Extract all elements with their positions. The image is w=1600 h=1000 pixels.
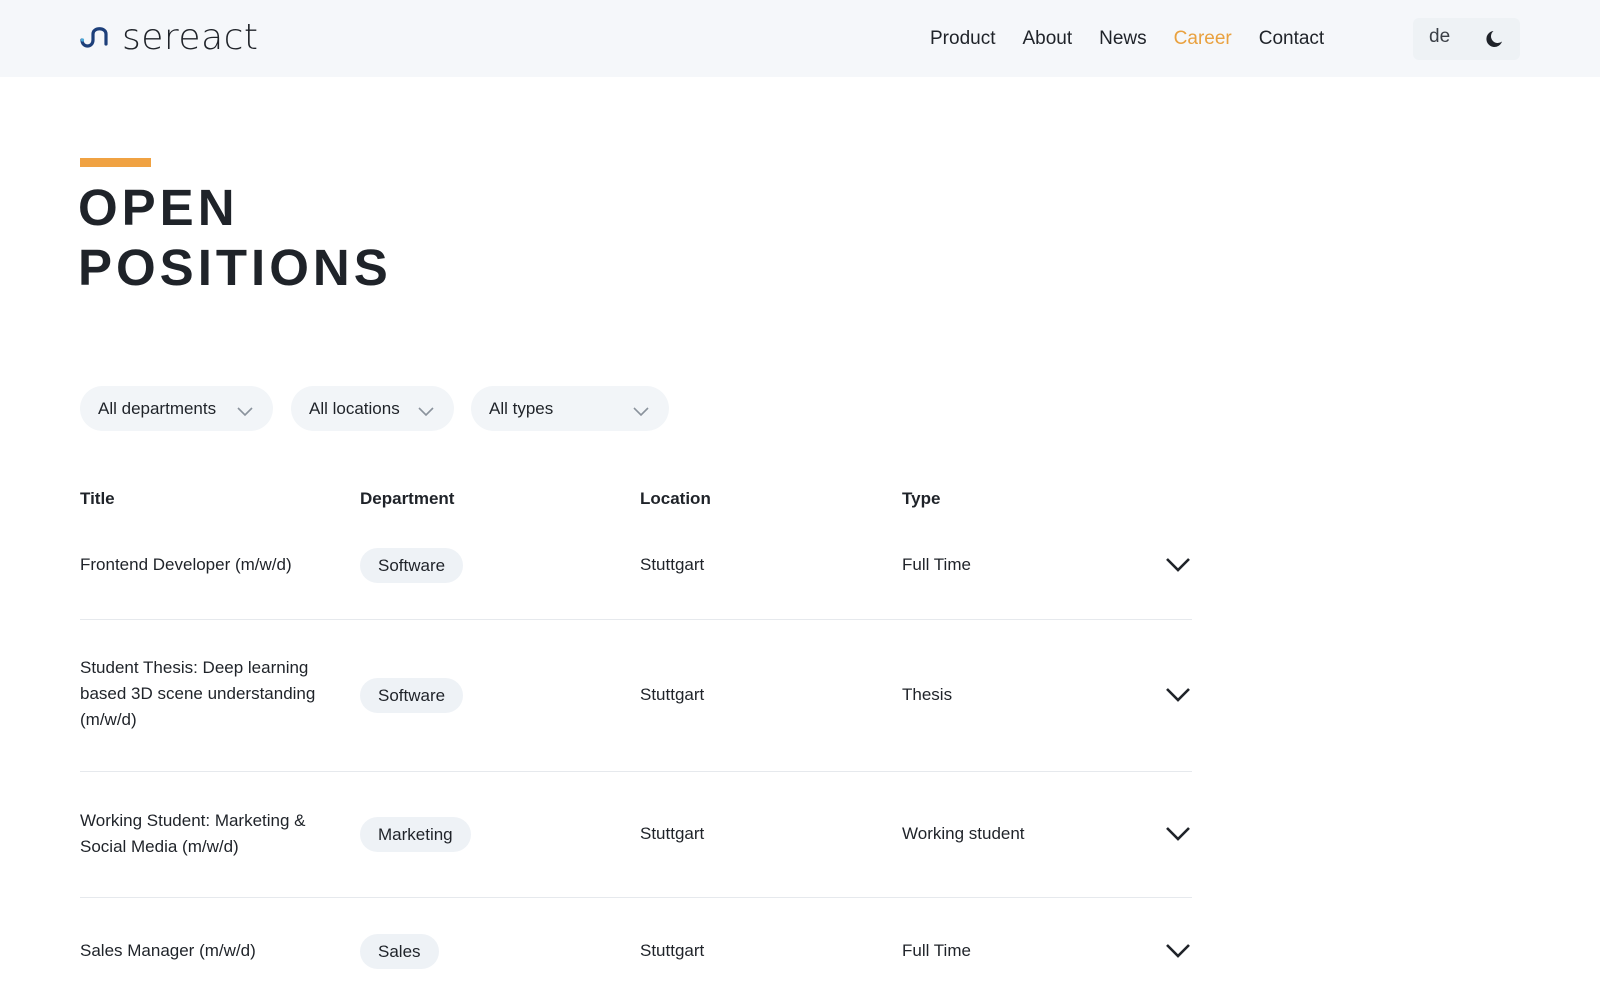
department-filter[interactable]: All departments xyxy=(80,386,273,431)
type-filter[interactable]: All types xyxy=(471,386,669,431)
department-badge: Software xyxy=(360,548,464,583)
table-row[interactable]: Student Thesis: Deep learning based 3D s… xyxy=(80,620,1192,772)
nav-career[interactable]: Career xyxy=(1174,26,1232,52)
main-nav: Product About News Career Contact xyxy=(930,26,1324,52)
position-type: Full Time xyxy=(902,941,971,960)
position-title: Student Thesis: Deep learning based 3D s… xyxy=(80,658,316,729)
expand-chevron-icon[interactable] xyxy=(1165,557,1191,578)
page-title-line-2: POSITIONS xyxy=(78,239,392,296)
position-location: Stuttgart xyxy=(640,685,705,704)
department-badge: Software xyxy=(360,678,464,713)
position-type: Thesis xyxy=(902,685,953,704)
position-location: Stuttgart xyxy=(640,824,705,843)
table-row[interactable]: Sales Manager (m/w/d) Sales Stuttgart Fu… xyxy=(80,898,1192,1000)
table-row[interactable]: Working Student: Marketing & Social Medi… xyxy=(80,772,1192,898)
chevron-down-icon xyxy=(633,402,649,422)
position-title: Sales Manager (m/w/d) xyxy=(80,941,256,960)
chevron-down-icon xyxy=(418,402,434,422)
column-header-title: Title xyxy=(80,489,115,508)
brand-name: sereact xyxy=(122,17,259,58)
top-navigation-bar: sereact Product About News Career Contac… xyxy=(0,0,1600,77)
position-location: Stuttgart xyxy=(640,555,705,574)
sereact-logo-icon xyxy=(80,27,108,48)
nav-about[interactable]: About xyxy=(1022,26,1072,52)
position-type: Full Time xyxy=(902,555,971,574)
expand-chevron-icon[interactable] xyxy=(1165,943,1191,964)
location-filter[interactable]: All locations xyxy=(291,386,454,431)
sereact-logo[interactable]: sereact xyxy=(80,18,259,58)
page-title-line-1: OPEN xyxy=(78,179,239,236)
utility-controls: de xyxy=(1413,18,1520,60)
type-filter-label: All types xyxy=(489,398,554,418)
column-header-department: Department xyxy=(360,489,455,508)
table-row[interactable]: Frontend Developer (m/w/d) Software Stut… xyxy=(80,530,1192,620)
moon-icon[interactable] xyxy=(1483,27,1507,56)
nav-news[interactable]: News xyxy=(1099,26,1147,52)
page-title: OPEN POSITIONS xyxy=(78,178,392,298)
department-badge: Sales xyxy=(360,934,439,969)
nav-product[interactable]: Product xyxy=(930,26,995,52)
position-title: Frontend Developer (m/w/d) xyxy=(80,555,292,574)
location-filter-label: All locations xyxy=(309,398,400,418)
column-header-type: Type xyxy=(902,489,941,508)
position-type: Working student xyxy=(902,824,1025,843)
department-filter-label: All departments xyxy=(98,398,217,418)
expand-chevron-icon[interactable] xyxy=(1165,687,1191,708)
nav-contact[interactable]: Contact xyxy=(1259,26,1324,52)
expand-chevron-icon[interactable] xyxy=(1165,826,1191,847)
position-title: Working Student: Marketing & Social Medi… xyxy=(80,811,306,856)
position-location: Stuttgart xyxy=(640,941,705,960)
heading-accent-bar xyxy=(80,158,151,167)
column-header-location: Location xyxy=(640,489,711,508)
department-badge: Marketing xyxy=(360,817,471,852)
language-switch[interactable]: de xyxy=(1429,26,1450,48)
chevron-down-icon xyxy=(237,402,253,422)
